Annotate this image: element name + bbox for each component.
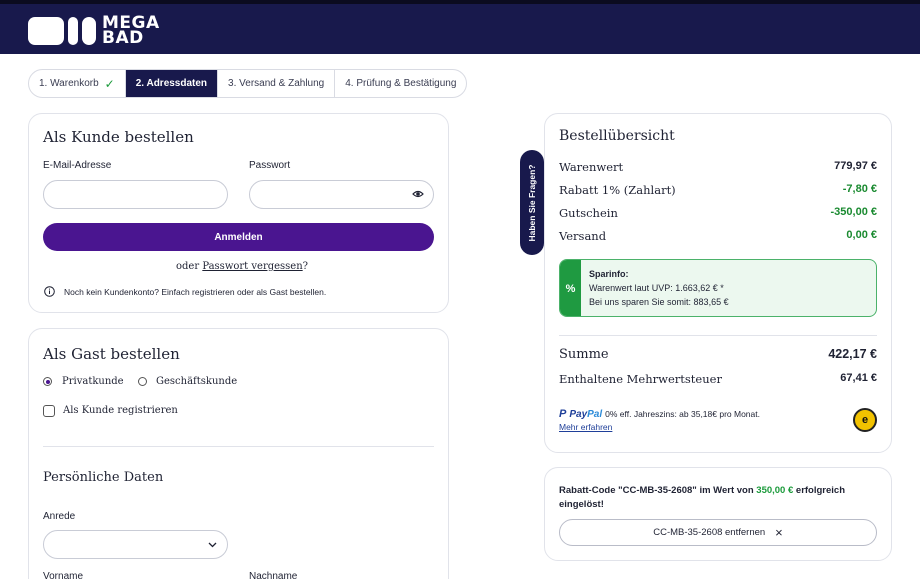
step-cart-label: 1. Warenkorb	[39, 78, 99, 89]
summary-total: Summe 422,17 €	[559, 347, 877, 362]
summary-row-label: Versand	[559, 229, 607, 243]
step-cart[interactable]: 1. Warenkorb ✓	[29, 70, 126, 97]
logo-mark-icon	[28, 17, 96, 45]
summary-row-shipping: Versand 0,00 €	[559, 229, 877, 243]
register-label[interactable]: Als Kunde registrieren	[63, 405, 178, 416]
forgot-password-link[interactable]: Passwort vergessen	[202, 261, 302, 272]
coupon-message: Rabatt-Code "CC-MB-35-2608" im Wert von …	[559, 484, 877, 512]
paypal-line: P PayPal 0% eff. Jahreszins: ab 35,18€ p…	[559, 408, 760, 420]
tax-value: 67,41 €	[840, 372, 877, 384]
radio-business-label[interactable]: Geschäftskunde	[156, 376, 237, 387]
step-review: 4. Prüfung & Bestätigung	[335, 70, 466, 97]
summary-row-discount: Rabatt 1% (Zahlart) -7,80 €	[559, 183, 877, 197]
check-icon: ✓	[104, 76, 115, 91]
step-review-label: 4. Prüfung & Bestätigung	[345, 78, 457, 89]
salutation-select[interactable]	[43, 530, 228, 559]
info-icon	[44, 286, 55, 297]
summary-tax: Enthaltene Mehrwertsteuer 67,41 €	[559, 372, 877, 386]
radio-private[interactable]	[43, 377, 52, 386]
forgot-suffix: ?	[302, 261, 309, 272]
step-shipping-payment: 3. Versand & Zahlung	[218, 70, 336, 97]
step-address-label: 2. Adressdaten	[135, 78, 208, 89]
paypal-logo: PayPal	[569, 409, 602, 420]
total-label: Summe	[559, 347, 609, 362]
savings-line2: Bei uns sparen Sie somit: 883,65 €	[589, 297, 729, 307]
summary-row-goods: Warenwert 779,97 €	[559, 160, 877, 174]
lastname-label: Nachname	[249, 571, 298, 579]
personal-data-title: Persönliche Daten	[43, 470, 164, 485]
coupon-panel	[544, 467, 892, 561]
savings-line1: Warenwert laut UVP: 1.663,62 € *	[589, 283, 724, 293]
email-label: E-Mail-Adresse	[43, 160, 112, 171]
step-shipping-label: 3. Versand & Zahlung	[228, 78, 325, 89]
login-title: Als Kunde bestellen	[43, 128, 194, 146]
percent-icon: %	[560, 260, 581, 316]
logo-line2: BAD	[102, 28, 144, 48]
summary-row-voucher: Gutschein -350,00 €	[559, 206, 877, 220]
email-input[interactable]	[43, 180, 228, 209]
radio-private-label[interactable]: Privatkunde	[62, 376, 124, 387]
close-icon: ×	[775, 525, 783, 540]
paypal-logo-pay: Pay	[569, 408, 588, 420]
forgot-password-line: oder Passwort vergessen?	[176, 261, 308, 272]
site-header: MEGA BAD	[0, 0, 920, 54]
savings-info-box: % Sparinfo: Warenwert laut UVP: 1.663,62…	[559, 259, 877, 317]
trusted-shops-seal-icon[interactable]: e	[853, 408, 877, 432]
firstname-label: Vorname	[43, 571, 84, 579]
info-text: Noch kein Kundenkonto? Einfach registrie…	[64, 287, 327, 297]
remove-coupon-label: CC-MB-35-2608 entfernen	[653, 527, 766, 538]
eye-icon[interactable]	[412, 189, 424, 199]
password-label: Passwort	[249, 160, 291, 171]
help-side-tab-label: Haben Sie Fragen?	[527, 164, 537, 241]
summary-row-value: 779,97 €	[834, 160, 877, 172]
summary-row-label: Gutschein	[559, 206, 618, 220]
megabad-logo[interactable]: MEGA BAD	[28, 14, 160, 48]
or-text: oder	[176, 261, 200, 272]
chevron-down-icon	[208, 542, 217, 548]
salutation-label: Anrede	[43, 511, 76, 522]
login-button[interactable]: Anmelden	[43, 223, 434, 251]
coupon-amount: 350,00 €	[756, 485, 794, 496]
guest-title: Als Gast bestellen	[43, 345, 180, 363]
summary-row-value: -350,00 €	[830, 206, 877, 218]
total-value: 422,17 €	[828, 347, 877, 361]
coupon-text-before: Rabatt-Code "CC-MB-35-2608" im Wert von	[559, 485, 757, 496]
tax-label: Enthaltene Mehrwertsteuer	[559, 372, 722, 386]
help-side-tab[interactable]: Haben Sie Fragen?	[520, 150, 544, 255]
register-checkbox[interactable]	[43, 405, 55, 417]
summary-row-label: Rabatt 1% (Zahlart)	[559, 183, 676, 197]
paypal-text: 0% eff. Jahreszins: ab 35,18€ pro Monat.	[605, 409, 760, 419]
savings-title: Sparinfo:	[589, 269, 629, 279]
remove-coupon-button[interactable]: CC-MB-35-2608 entfernen ×	[559, 519, 877, 546]
summary-divider	[559, 335, 877, 336]
guest-divider	[43, 446, 434, 447]
step-address[interactable]: 2. Adressdaten	[125, 70, 219, 97]
checkout-stepper: 1. Warenkorb ✓ 2. Adressdaten 3. Versand…	[28, 69, 468, 98]
paypal-logo-pal: Pal	[587, 408, 603, 420]
summary-row-value: 0,00 €	[846, 229, 877, 241]
summary-row-value: -7,80 €	[842, 183, 877, 195]
paypal-p-icon: P	[559, 408, 567, 420]
paypal-more-link[interactable]: Mehr erfahren	[559, 422, 612, 432]
password-input[interactable]	[249, 180, 434, 209]
radio-business[interactable]	[138, 377, 147, 386]
summary-row-label: Warenwert	[559, 160, 624, 174]
summary-title: Bestellübersicht	[559, 128, 675, 144]
